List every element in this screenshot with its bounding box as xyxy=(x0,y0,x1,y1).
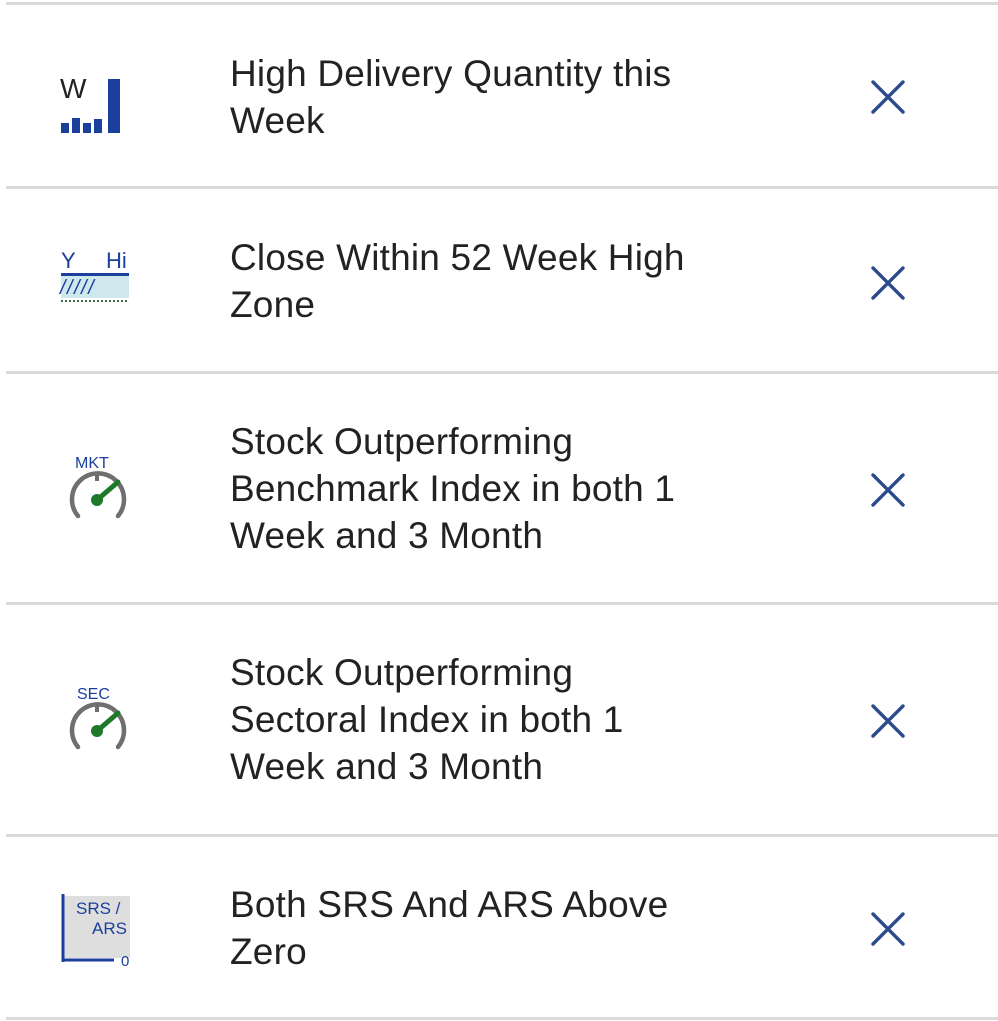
list-item-outperforming-sectoral[interactable]: SEC Stock Outperforming Sectoral Index i… xyxy=(0,605,998,834)
label-line: Close Within 52 Week High xyxy=(230,237,685,278)
icon-label-zero: 0 xyxy=(121,953,129,970)
label-line: Zone xyxy=(230,284,316,325)
label-line: Week and 3 Month xyxy=(230,746,544,787)
icon-letter-hi: Hi xyxy=(106,248,127,273)
remove-icon[interactable] xyxy=(866,699,910,743)
label-line: Stock Outperforming xyxy=(230,652,574,693)
remove-icon[interactable] xyxy=(866,468,910,512)
list-item-label: Both SRS And ARS Above Zero xyxy=(230,881,810,975)
year-high-zone-icon: Y Hi ///// xyxy=(56,246,136,316)
divider xyxy=(6,1017,998,1020)
icon-label-sec: SEC xyxy=(77,686,110,703)
list-item-high-delivery-week[interactable]: W High Delivery Quantity this Week xyxy=(0,5,998,188)
market-speedometer-icon: MKT xyxy=(56,450,136,520)
remove-icon[interactable] xyxy=(866,907,910,951)
icon-hatch: ///// xyxy=(58,277,96,299)
srs-ars-zero-icon: SRS / ARS 0 xyxy=(56,892,136,970)
list-item-label: Stock Outperforming Sectoral Index in bo… xyxy=(230,649,810,790)
list-item-srs-ars-above-zero[interactable]: SRS / ARS 0 Both SRS And ARS Above Zero xyxy=(0,837,998,1017)
label-line: Stock Outperforming xyxy=(230,421,574,462)
label-line: Sectoral Index in both 1 xyxy=(230,699,624,740)
label-line: Benchmark Index in both 1 xyxy=(230,468,676,509)
list-item-52-week-high[interactable]: Y Hi ///// Close Within 52 Week High Zon… xyxy=(0,189,998,372)
list-item-outperforming-benchmark[interactable]: MKT Stock Outperforming Benchmark Index … xyxy=(0,374,998,603)
list-item-label: Stock Outperforming Benchmark Index in b… xyxy=(230,418,810,559)
icon-letter-y: Y xyxy=(61,248,76,273)
label-line: Zero xyxy=(230,931,307,972)
icon-label-ars: ARS xyxy=(92,919,127,938)
icon-label-mkt: MKT xyxy=(75,455,109,472)
label-line: Week xyxy=(230,100,325,141)
weekly-delivery-bars-icon: W xyxy=(56,71,136,141)
remove-icon[interactable] xyxy=(866,75,910,119)
label-line: High Delivery Quantity this xyxy=(230,53,672,94)
screener-list: W High Delivery Quantity this Week Y Hi xyxy=(0,0,998,1021)
icon-label-srs: SRS / xyxy=(76,899,121,918)
label-line: Week and 3 Month xyxy=(230,515,544,556)
icon-letter-w: W xyxy=(60,73,87,104)
list-item-label: High Delivery Quantity this Week xyxy=(230,50,810,144)
sector-speedometer-icon: SEC xyxy=(56,681,136,751)
remove-icon[interactable] xyxy=(866,261,910,305)
label-line: Both SRS And ARS Above xyxy=(230,884,669,925)
list-item-label: Close Within 52 Week High Zone xyxy=(230,234,810,328)
